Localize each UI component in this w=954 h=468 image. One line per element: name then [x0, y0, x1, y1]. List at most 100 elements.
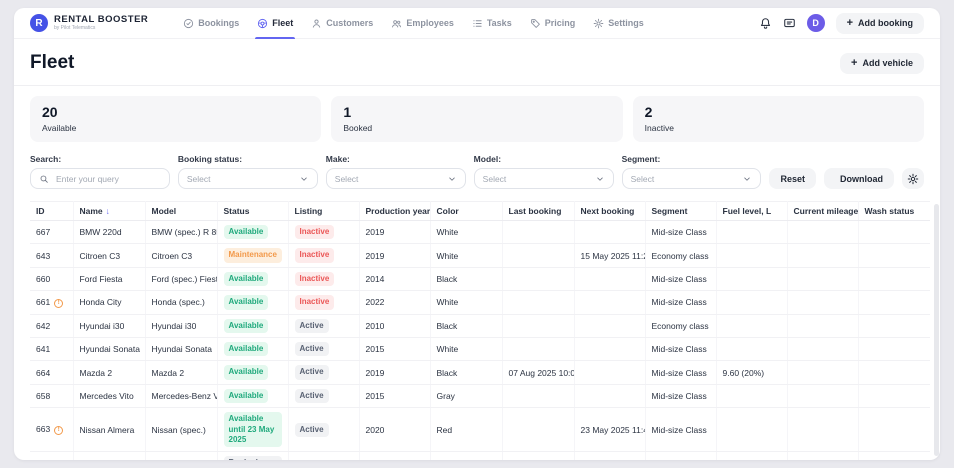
- table-row[interactable]: 663!Nissan AlmeraNissan (spec.)Available…: [30, 408, 930, 452]
- cell-next-booking: [574, 291, 645, 314]
- column-header-last-booking[interactable]: Last booking: [502, 202, 574, 221]
- cell-status: Available: [217, 221, 288, 244]
- column-header-fuel-level-l[interactable]: Fuel level, L: [716, 202, 787, 221]
- cell-listing: Active: [288, 338, 359, 361]
- nav-item-tasks[interactable]: Tasks: [463, 8, 521, 38]
- table-row[interactable]: 660Ford FiestaFord (spec.) FiestaAvailab…: [30, 267, 930, 290]
- reset-button[interactable]: Reset: [769, 168, 816, 189]
- cell-color: White: [430, 221, 502, 244]
- gear-icon: [593, 18, 604, 29]
- cell-next-booking: [574, 221, 645, 244]
- table-row[interactable]: 642Hyundai i30Hyundai i30AvailableActive…: [30, 314, 930, 337]
- fleet-table-container: IDName↓ModelStatusListing Production year…: [14, 199, 940, 460]
- cell-name: Mercedes Vito: [73, 384, 145, 407]
- column-header-listing[interactable]: Listing: [288, 202, 359, 221]
- column-header-label: Production year: [366, 206, 431, 216]
- table-scrollbar[interactable]: [934, 204, 939, 456]
- download-button[interactable]: Download: [824, 168, 894, 189]
- cell-name: Hyundai Sonata: [73, 338, 145, 361]
- cell-wash-status: [858, 267, 930, 290]
- booking-status-select[interactable]: Select: [178, 168, 318, 189]
- column-header-model[interactable]: Model: [145, 202, 217, 221]
- select-value: Select: [631, 174, 738, 184]
- table-row[interactable]: 661!Honda CityHonda (spec.)AvailableInac…: [30, 291, 930, 314]
- user-avatar[interactable]: D: [807, 14, 825, 32]
- warning-icon: !: [54, 299, 63, 308]
- messages-button[interactable]: [783, 17, 796, 30]
- vehicle-id: 661: [36, 297, 50, 307]
- nav-item-label: Settings: [608, 18, 644, 28]
- cell-id: 664: [30, 361, 73, 384]
- cell-fuel-level: [716, 408, 787, 452]
- notifications-button[interactable]: [759, 17, 772, 30]
- column-header-current-mileage-km[interactable]: Current mileage, km: [787, 202, 858, 221]
- cell-last-booking: [502, 338, 574, 361]
- cell-production-year: 2019: [359, 361, 430, 384]
- cell-model: Ford (spec.) Fiesta: [145, 267, 217, 290]
- cell-next-booking: [574, 314, 645, 337]
- status-badge: Available: [224, 389, 269, 403]
- table-settings-button[interactable]: [902, 168, 924, 189]
- table-row[interactable]: 643Citroen C3Citroen C3MaintenanceInacti…: [30, 244, 930, 267]
- column-header-name[interactable]: Name↓: [73, 202, 145, 221]
- cell-status: Available: [217, 291, 288, 314]
- select-value: Select: [483, 174, 590, 184]
- model-filter: Model:Select: [474, 154, 614, 189]
- column-header-label: Current mileage, km: [794, 206, 859, 216]
- cell-color: White: [430, 291, 502, 314]
- brand[interactable]: R RENTAL BOOSTER by Pilot Telematics: [30, 14, 148, 32]
- cell-wash-status: [858, 361, 930, 384]
- nav-item-settings[interactable]: Settings: [584, 8, 653, 38]
- segment-select[interactable]: Select: [622, 168, 762, 189]
- table-row[interactable]: 664Mazda 2Mazda 2AvailableActive2019Blac…: [30, 361, 930, 384]
- column-header-id[interactable]: ID: [30, 202, 73, 221]
- cell-next-booking: [574, 267, 645, 290]
- segment-filter: Segment:Select: [622, 154, 762, 189]
- add-vehicle-button[interactable]: + Add vehicle: [840, 53, 924, 74]
- column-header-production-year[interactable]: Production year: [359, 202, 430, 221]
- make-select[interactable]: Select: [326, 168, 466, 189]
- cell-fuel-level: [716, 221, 787, 244]
- column-header-segment[interactable]: Segment: [645, 202, 716, 221]
- model-select[interactable]: Select: [474, 168, 614, 189]
- add-booking-button[interactable]: + Add booking: [836, 13, 924, 34]
- nav-item-employees[interactable]: Employees: [382, 8, 463, 38]
- nav-item-pricing[interactable]: Pricing: [521, 8, 585, 38]
- table-row[interactable]: 658Mercedes VitoMercedes-Benz VitoAvaila…: [30, 384, 930, 407]
- table-row[interactable]: 641Hyundai SonataHyundai SonataAvailable…: [30, 338, 930, 361]
- cell-status: Available: [217, 314, 288, 337]
- cell-mileage: [787, 221, 858, 244]
- select-value: Select: [187, 174, 294, 184]
- cell-last-booking: [502, 452, 574, 460]
- nav-item-customers[interactable]: Customers: [302, 8, 382, 38]
- nav-item-fleet[interactable]: Fleet: [248, 8, 302, 38]
- chevron-down-icon: [595, 174, 605, 184]
- stat-label: Available: [42, 123, 309, 133]
- column-header-label: Name: [80, 206, 103, 216]
- cell-status: Available: [217, 338, 288, 361]
- cell-next-booking: 15 May 2025 11:22: [574, 244, 645, 267]
- cell-mileage: [787, 244, 858, 267]
- chevron-down-icon: [299, 174, 309, 184]
- table-row[interactable]: 662Nissan JukeNissan JukeBooked until 22…: [30, 452, 930, 460]
- column-header-color[interactable]: Color: [430, 202, 502, 221]
- cell-fuel-level: [716, 338, 787, 361]
- cell-id: 641: [30, 338, 73, 361]
- search-input[interactable]: [54, 173, 161, 185]
- search-label: Search:: [30, 154, 170, 164]
- nav-item-bookings[interactable]: Bookings: [174, 8, 248, 38]
- cell-listing: Inactive: [288, 291, 359, 314]
- nav-item-label: Tasks: [487, 18, 512, 28]
- cell-last-booking: [502, 408, 574, 452]
- chat-icon: [783, 17, 796, 30]
- cell-color: Black: [430, 314, 502, 337]
- column-header-wash-status[interactable]: Wash status: [858, 202, 930, 221]
- table-row[interactable]: 667BMW 220dBMW (spec.) R 850 CAvailableI…: [30, 221, 930, 244]
- status-badge: Available: [224, 365, 269, 379]
- cell-listing: Active: [288, 452, 359, 460]
- column-header-next-booking[interactable]: Next booking: [574, 202, 645, 221]
- cell-id: 662: [30, 452, 73, 460]
- users-icon: [391, 18, 402, 29]
- cell-segment: Mid-size Class: [645, 221, 716, 244]
- column-header-status[interactable]: Status: [217, 202, 288, 221]
